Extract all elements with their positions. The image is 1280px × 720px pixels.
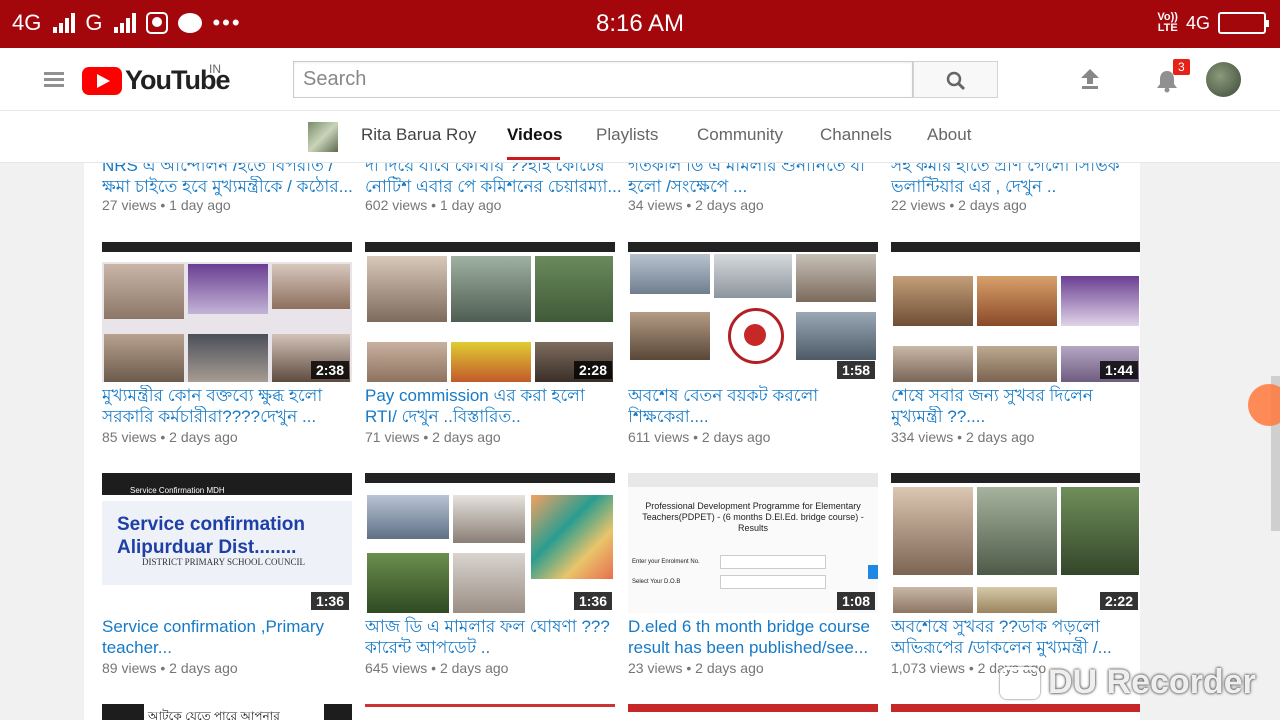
video-title[interactable]: মুখ্যমন্ত্রীর কোন বক্তব্যে ক্ষুব্ধ হলো xyxy=(102,385,360,406)
video-grid: NRS এ আন্দোলন /হতে বিপরীত / ক্ষমা চাইতে … xyxy=(84,163,1140,720)
video-thumbnail[interactable]: 1:58 xyxy=(628,242,878,382)
video-title-line2[interactable]: হলো /সংক্ষেপে ... xyxy=(628,176,886,197)
video-thumbnail[interactable]: 1:44 xyxy=(891,242,1140,382)
channel-nav-bar: Rita Barua Roy Videos Playlists Communit… xyxy=(0,111,1280,163)
video-meta: 611 views • 2 days ago xyxy=(628,429,771,445)
network-4g-right-label: 4G xyxy=(1185,12,1210,33)
video-title[interactable]: গতকাল ডি এ মামলার শুনানিতে যা xyxy=(628,163,886,176)
video-title-line2[interactable]: result has been published/see... xyxy=(628,637,886,658)
video-thumbnail[interactable]: 1:36 xyxy=(365,473,615,613)
video-title[interactable]: অবশেষ বেতন বয়কট করলো xyxy=(628,385,886,406)
video-meta: 85 views • 2 days ago xyxy=(102,429,238,445)
video-duration: 1:08 xyxy=(836,592,875,610)
video-thumbnail[interactable] xyxy=(628,704,878,720)
camera-icon xyxy=(1000,666,1040,699)
account-avatar[interactable] xyxy=(1206,62,1241,97)
video-duration: 1:36 xyxy=(573,592,612,610)
video-meta: 71 views • 2 days ago xyxy=(365,429,501,445)
video-meta: 34 views • 2 days ago xyxy=(628,197,764,213)
tab-channels[interactable]: Channels xyxy=(820,125,892,145)
video-title-line2[interactable]: মুখ্যমন্ত্রী ??.... xyxy=(891,406,1140,427)
search-button[interactable] xyxy=(913,61,998,98)
video-title-line2[interactable]: কারেন্ট আপডেট .. xyxy=(365,637,623,658)
video-title-line2[interactable]: শিক্ষকেরা.... xyxy=(628,406,886,427)
video-thumbnail[interactable]: Service Confirmation MDH Service confirm… xyxy=(102,473,352,613)
channel-name[interactable]: Rita Barua Roy xyxy=(361,125,476,145)
video-meta: 22 views • 2 days ago xyxy=(891,197,1027,213)
youtube-play-icon xyxy=(82,66,122,95)
video-thumbnail[interactable] xyxy=(891,704,1140,720)
screen-recorder-float-button[interactable] xyxy=(1248,384,1280,426)
video-title[interactable]: দা দিয়ে যাবে কোথায় ??হাই কোর্টের xyxy=(365,163,623,176)
video-meta: 334 views • 2 days ago xyxy=(891,429,1035,445)
video-meta: 27 views • 1 day ago xyxy=(102,197,231,213)
tab-about[interactable]: About xyxy=(927,125,971,145)
video-duration: 1:44 xyxy=(1099,361,1138,379)
search-input[interactable] xyxy=(294,62,912,97)
tab-community[interactable]: Community xyxy=(697,125,783,145)
video-thumbnail[interactable]: 2:22 xyxy=(891,473,1140,613)
video-duration: 2:28 xyxy=(573,361,612,379)
video-title[interactable]: NRS এ আন্দোলন /হতে বিপরীত / xyxy=(102,163,360,176)
region-label: IN xyxy=(209,62,221,76)
video-meta: 23 views • 2 days ago xyxy=(628,660,764,676)
android-status-bar: 4G G ••• 8:16 AM Vo)) LTE 4G xyxy=(0,0,1280,48)
youtube-masthead: YouTube IN 3 xyxy=(0,48,1280,111)
du-recorder-watermark: DU Recorder xyxy=(1000,663,1256,702)
search-icon xyxy=(946,71,966,91)
active-tab-indicator xyxy=(507,157,560,160)
upload-icon[interactable] xyxy=(1079,67,1101,89)
video-thumbnail[interactable]: 2:38 xyxy=(102,242,352,382)
video-title-line2[interactable]: RTI/ দেখুন ..বিস্তারিত.. xyxy=(365,406,623,427)
tab-videos[interactable]: Videos xyxy=(507,125,562,145)
video-thumbnail[interactable]: 2:28 xyxy=(365,242,615,382)
video-title-line2[interactable]: অভিরূপের /ডাকলেন মুখ্যমন্ত্রী /... xyxy=(891,637,1140,658)
video-title-line2[interactable]: ক্ষমা চাইতে হবে মুখ্যমন্ত্রীকে / কঠোর... xyxy=(102,176,360,197)
video-title[interactable]: D.eled 6 th month bridge course xyxy=(628,616,886,637)
channel-avatar[interactable] xyxy=(308,122,338,152)
notification-count-badge: 3 xyxy=(1173,59,1190,75)
menu-icon[interactable] xyxy=(44,72,64,88)
video-title-line2[interactable]: সরকারি কর্মচারীরা????দেখুন ... xyxy=(102,406,360,427)
video-duration: 2:22 xyxy=(1099,592,1138,610)
video-title[interactable]: শেষে সবার জন্য সুখবর দিলেন xyxy=(891,385,1140,406)
video-meta: 645 views • 2 days ago xyxy=(365,660,509,676)
video-thumbnail[interactable] xyxy=(365,704,615,720)
video-duration: 2:38 xyxy=(310,361,349,379)
video-title-line2[interactable]: teacher... xyxy=(102,637,360,658)
video-meta: 89 views • 2 days ago xyxy=(102,660,238,676)
battery-icon xyxy=(1218,12,1269,34)
video-title[interactable]: আজ ডি এ মামলার ফল ঘোষণা ??? xyxy=(365,616,623,637)
tab-playlists[interactable]: Playlists xyxy=(596,125,658,145)
video-duration: 1:36 xyxy=(310,592,349,610)
status-right-icons: Vo)) LTE 4G xyxy=(1157,11,1269,34)
video-meta: 602 views • 1 day ago xyxy=(365,197,502,213)
volte-indicator: Vo)) LTE xyxy=(1157,11,1178,34)
video-thumbnail[interactable]: আটকে যেতে পারে আপনার xyxy=(102,704,352,720)
video-title[interactable]: Service confirmation ,Primary xyxy=(102,616,360,637)
video-title[interactable]: সহ কর্মীর হাতে প্রাণ গেলো সিভিক xyxy=(891,163,1140,176)
clock: 8:16 AM xyxy=(595,10,685,37)
search-box[interactable] xyxy=(293,61,913,98)
video-title[interactable]: অবশেষে সুখবর ??ডাক পড়লো xyxy=(891,616,1140,637)
video-thumbnail[interactable]: Professional Development Programme for E… xyxy=(628,473,878,613)
youtube-logo[interactable]: YouTube xyxy=(82,65,230,96)
video-duration: 1:58 xyxy=(836,361,875,379)
video-title-line2[interactable]: ভলান্টিয়ার এর , দেখুন .. xyxy=(891,176,1140,197)
video-title-line2[interactable]: নোটিশ এবার পে কমিশনের চেয়ারম্যা... xyxy=(365,176,623,197)
video-title[interactable]: Pay commission এর করা হলো xyxy=(365,385,623,406)
